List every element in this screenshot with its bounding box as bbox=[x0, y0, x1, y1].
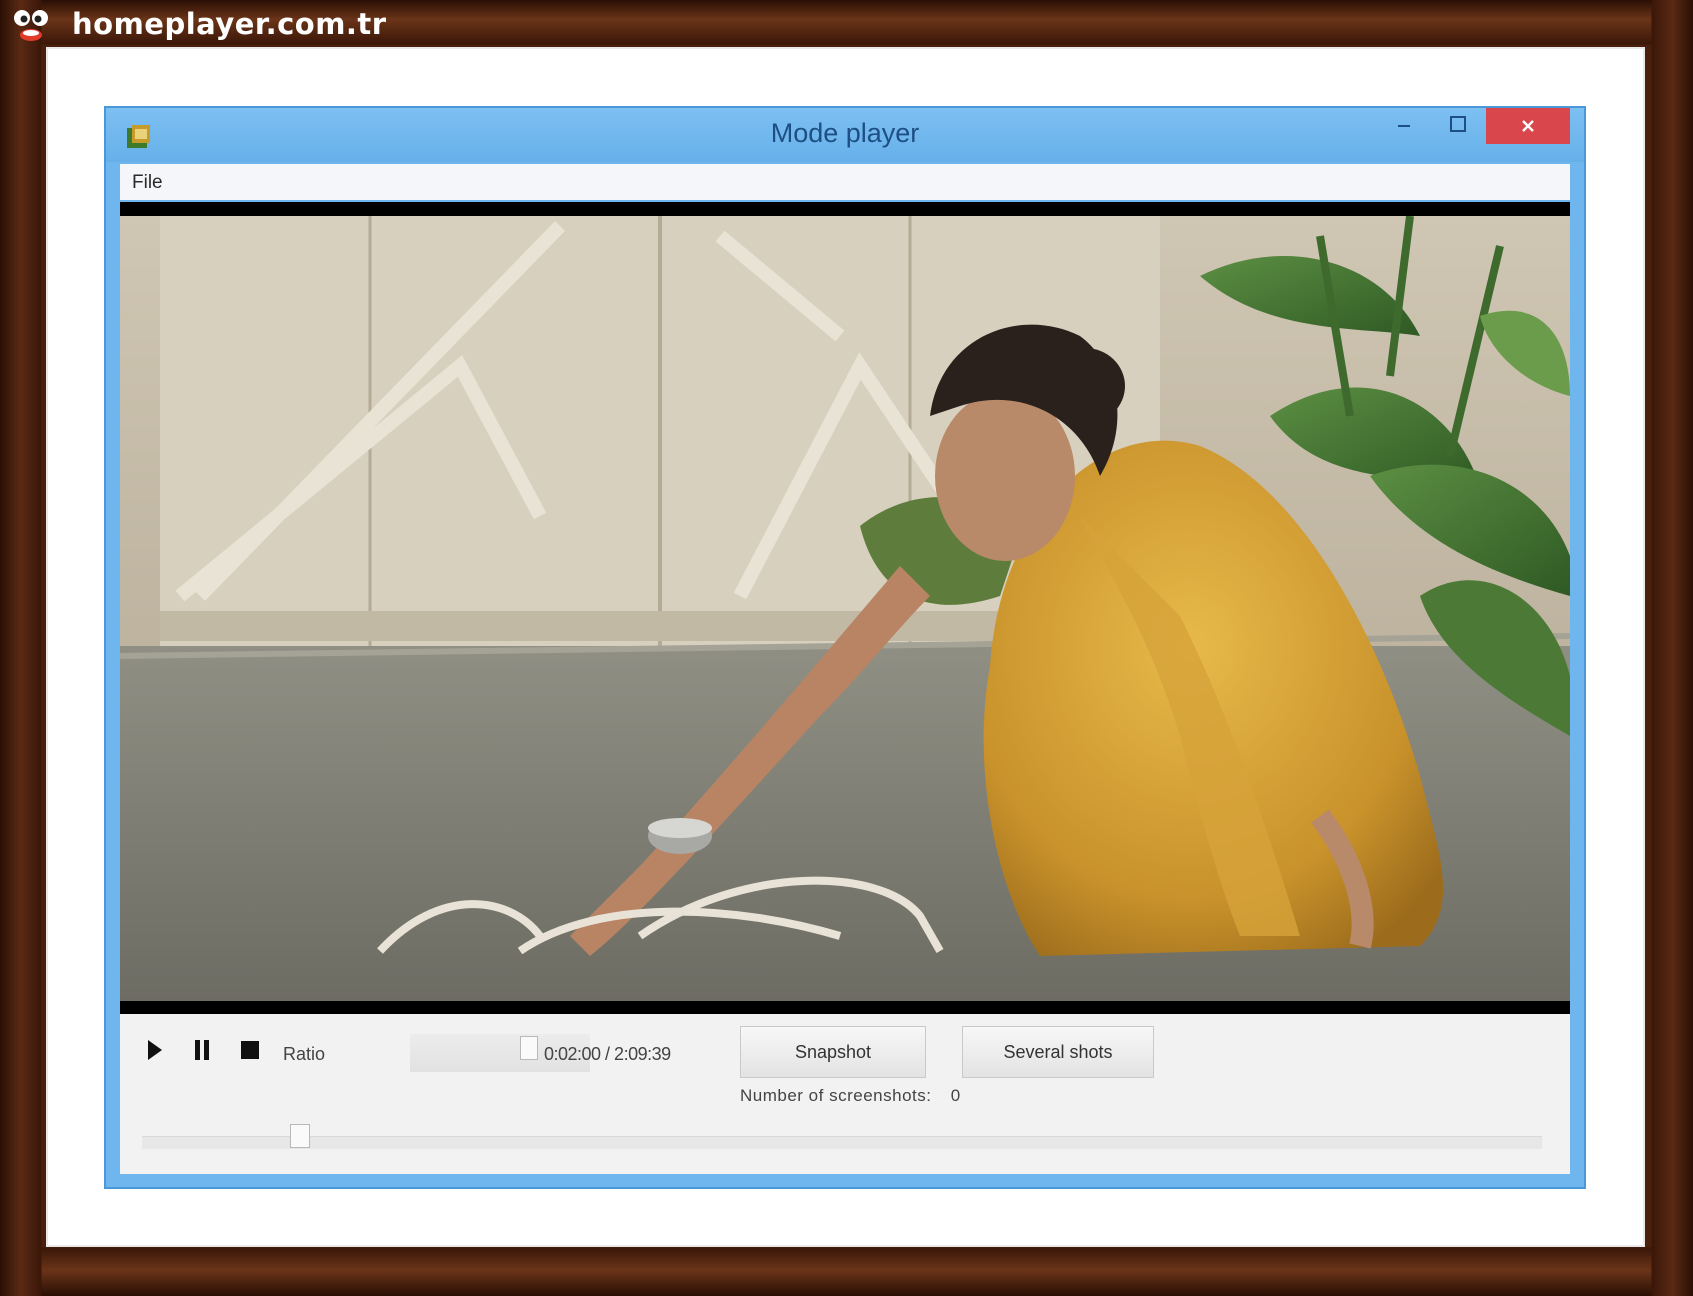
control-panel: Ratio 0:02:00 / 2:09:39 Snapshot Several… bbox=[120, 1014, 1570, 1174]
video-area[interactable] bbox=[120, 202, 1570, 1014]
screenshot-count-value: 0 bbox=[950, 1086, 961, 1105]
time-display: 0:02:00 / 2:09:39 bbox=[544, 1044, 671, 1064]
ratio-slider-thumb[interactable] bbox=[520, 1036, 538, 1060]
window-title: Mode player bbox=[770, 118, 920, 148]
stop-icon bbox=[241, 1041, 259, 1059]
seek-bar[interactable] bbox=[142, 1136, 1542, 1149]
screenshot-count-label: Number of screenshots: bbox=[740, 1086, 932, 1105]
title-bar[interactable]: Mode player bbox=[106, 108, 1584, 162]
player-window: Mode player File Ratio 0:02:00 / 2:09:39… bbox=[106, 108, 1584, 1187]
pause-icon bbox=[195, 1040, 209, 1060]
maximize-icon bbox=[1450, 116, 1466, 132]
play-button[interactable] bbox=[140, 1036, 168, 1064]
site-brand: homeplayer.com.tr bbox=[10, 4, 387, 44]
play-icon bbox=[148, 1040, 162, 1060]
close-icon bbox=[1522, 120, 1534, 132]
seek-bar-thumb[interactable] bbox=[290, 1124, 310, 1148]
video-frame bbox=[120, 216, 1570, 1001]
minimize-button[interactable] bbox=[1382, 108, 1426, 140]
pause-button[interactable] bbox=[188, 1036, 216, 1064]
snapshot-button[interactable]: Snapshot bbox=[740, 1026, 926, 1078]
menu-file[interactable]: File bbox=[132, 172, 163, 194]
site-name: homeplayer.com.tr bbox=[72, 7, 387, 41]
close-button[interactable] bbox=[1486, 108, 1570, 144]
menu-bar: File bbox=[120, 164, 1570, 200]
stop-button[interactable] bbox=[236, 1036, 264, 1064]
maximize-button[interactable] bbox=[1436, 108, 1480, 140]
screenshot-count-text: Number of screenshots: 0 bbox=[740, 1086, 961, 1106]
brand-logo-icon bbox=[14, 10, 48, 41]
ratio-label: Ratio bbox=[283, 1044, 326, 1064]
minimize-icon bbox=[1398, 125, 1410, 127]
several-shots-button[interactable]: Several shots bbox=[962, 1026, 1154, 1078]
